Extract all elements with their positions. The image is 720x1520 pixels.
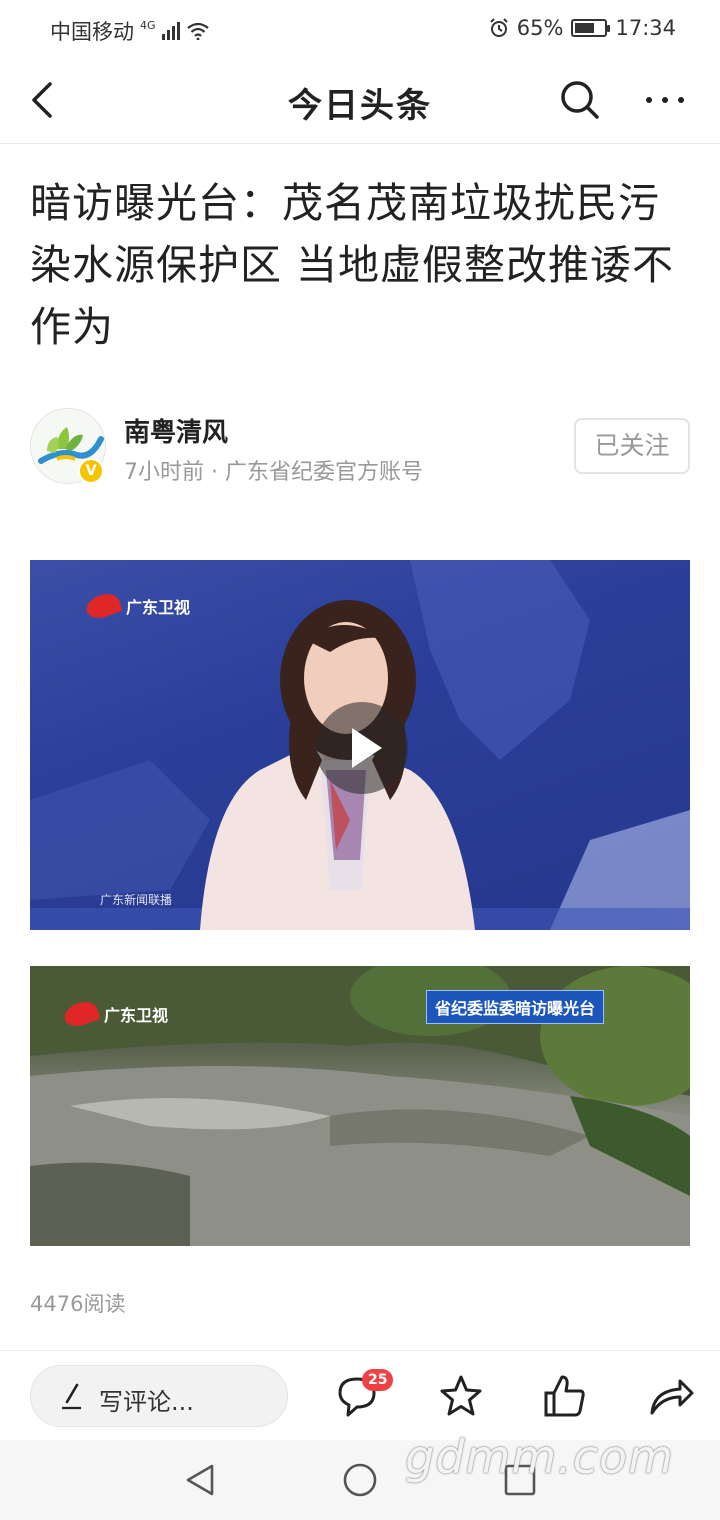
program-banner: 省纪委监委暗访曝光台 — [426, 990, 605, 1024]
battery-percent: 65% — [516, 16, 564, 40]
channel-logo: 广东卫视 — [61, 997, 169, 1031]
author-meta: 7小时前 · 广东省纪委官方账号 — [124, 460, 423, 485]
program-caption: 广东新闻联播 — [100, 893, 173, 907]
author-name[interactable]: 南粤清风 — [124, 412, 228, 449]
battery-icon — [571, 19, 611, 37]
search-icon — [561, 81, 599, 119]
verified-badge: V — [78, 458, 104, 484]
network-type: 4G — [140, 18, 156, 32]
app-title: 今日头条 — [288, 86, 432, 126]
nav-home-icon[interactable] — [340, 1460, 380, 1500]
comment-count-badge: 25 — [362, 1369, 394, 1391]
status-right: 65% 17:34 — [489, 16, 676, 40]
article-title: 暗访曝光台：茂名茂南垃圾扰民污染水源保护区 当地虚假整改推诿不作为 — [30, 179, 675, 351]
more-button[interactable] — [646, 88, 694, 112]
site-watermark: gdmm.com — [405, 1430, 674, 1484]
article-photo[interactable]: 广东卫视 省纪委监委暗访曝光台 — [30, 966, 690, 1246]
author-row: V 南粤清风 7小时前 · 广东省纪委官方账号 已关注 — [30, 408, 690, 488]
clock: 17:34 — [615, 16, 676, 40]
battery-fill — [575, 23, 594, 33]
play-button[interactable] — [316, 702, 408, 794]
more-icon-dot — [662, 97, 668, 103]
more-icon-dot — [678, 97, 684, 103]
more-icon-dot — [646, 97, 652, 103]
alarm-icon — [490, 18, 508, 37]
pen-icon — [62, 1383, 81, 1410]
wifi-icon — [186, 22, 209, 40]
favorite-star-icon[interactable] — [436, 1371, 486, 1421]
channel-logo: 广东卫视 — [83, 589, 191, 623]
channel-logo-icon — [83, 589, 123, 623]
comment-input[interactable]: 写评论... — [30, 1365, 288, 1427]
status-left: 中国移动 4G — [50, 16, 210, 46]
channel-logo-icon — [61, 997, 101, 1031]
search-button[interactable] — [556, 76, 604, 124]
channel-logo-text: 广东卫视 — [104, 1006, 169, 1025]
comment-placeholder: 写评论... — [99, 1388, 194, 1416]
video-player[interactable]: 广东卫视 广东新闻联播 — [30, 560, 690, 930]
status-bar: 中国移动 4G 65% 17:34 — [0, 0, 720, 58]
app-header: 今日头条 — [0, 58, 720, 144]
carrier-label: 中国移动 — [50, 20, 134, 44]
signal-icon — [161, 22, 180, 40]
action-bar: 写评论... 25 — [0, 1350, 720, 1440]
nav-back-icon[interactable] — [180, 1460, 220, 1500]
share-icon[interactable] — [646, 1371, 696, 1421]
channel-logo-text: 广东卫视 — [126, 598, 191, 617]
play-icon — [352, 728, 382, 768]
follow-button[interactable]: 已关注 — [574, 418, 690, 474]
like-thumb-icon[interactable] — [540, 1371, 590, 1421]
read-count: 4476阅读 — [30, 1292, 126, 1316]
